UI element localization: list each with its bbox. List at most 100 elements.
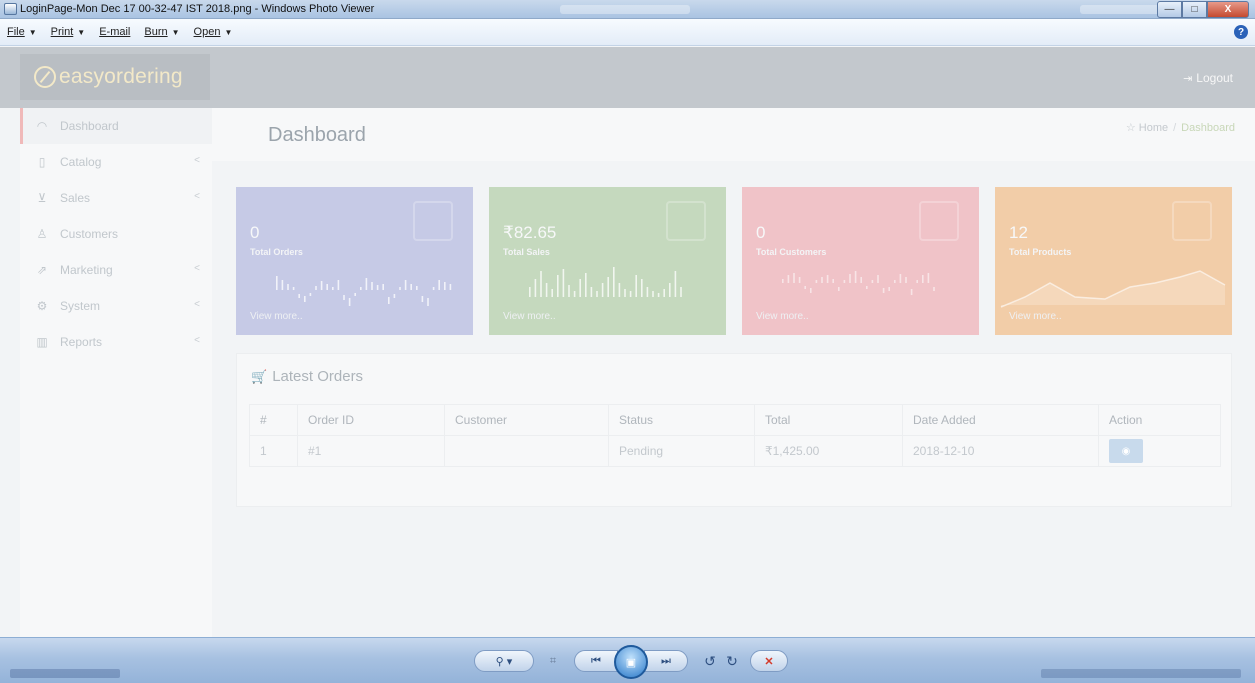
sparkline-bar xyxy=(337,280,340,290)
sparkline-bar xyxy=(573,291,576,297)
sparkline-bar xyxy=(927,273,930,283)
sparkline-bar xyxy=(657,293,660,297)
sparkline-bar xyxy=(568,285,570,297)
web-navbar: easyordering ⇥ Logout xyxy=(0,47,1255,108)
view-more-link[interactable]: View more.. xyxy=(250,311,303,322)
logout-link[interactable]: ⇥ Logout xyxy=(1183,71,1233,85)
sparkline-bar xyxy=(360,287,362,290)
sparkline-bar xyxy=(404,280,407,290)
next-button[interactable]: ⏭ xyxy=(644,650,688,672)
tile-total-customers[interactable]: 0 Total Customers View more.. xyxy=(742,187,979,335)
tile-total-orders[interactable]: 0 Total Orders View more.. xyxy=(236,187,473,335)
chevron-left-icon: < xyxy=(194,299,200,310)
sparkline-bar xyxy=(877,275,879,283)
sidebar-item-label: Dashboard xyxy=(60,119,119,133)
sparkline-bar xyxy=(635,275,637,297)
sparkline-bar xyxy=(910,289,913,295)
sparkline-bar xyxy=(388,297,390,304)
column-header: Action xyxy=(1098,404,1221,436)
close-button[interactable]: X xyxy=(1207,1,1249,18)
sparkline-bar xyxy=(826,275,829,283)
sidebar-item-customers[interactable]: ♙ Customers xyxy=(20,216,212,252)
sparkline-bar xyxy=(652,291,654,297)
sparkline-bar xyxy=(674,271,677,297)
sparkline-bar xyxy=(810,288,812,293)
chevron-left-icon: < xyxy=(194,335,200,346)
sparkline-bar xyxy=(680,287,682,297)
sparkline-bar xyxy=(607,277,609,297)
sparkline-bar xyxy=(551,289,553,297)
zoom-button[interactable]: ⚲ ▾ xyxy=(474,650,534,672)
sidebar-item-dashboard[interactable]: ◠ Dashboard xyxy=(20,108,212,144)
sparkline-bar xyxy=(933,287,935,291)
sparkline-bar xyxy=(871,280,874,283)
menu-print[interactable]: Print ▼ xyxy=(51,26,86,38)
menu-email[interactable]: E-mail xyxy=(99,26,130,38)
breadcrumb-current[interactable]: Dashboard xyxy=(1181,122,1235,134)
sparkline-bar xyxy=(438,280,440,290)
sparkline-bar xyxy=(590,287,593,297)
status-text-right xyxy=(1041,669,1241,678)
rotate-right-button[interactable]: ↻ xyxy=(722,650,742,672)
logo-text: easyordering xyxy=(59,65,183,88)
sparkline-bar xyxy=(421,296,424,302)
sparkline-bar xyxy=(276,276,278,290)
sidebar-item-catalog[interactable]: ▯ Catalog < xyxy=(20,144,212,180)
chevron-down-icon: ▼ xyxy=(171,28,180,37)
help-icon[interactable]: ? xyxy=(1234,25,1248,39)
window-title-bar: LoginPage-Mon Dec 17 00-32-47 IST 2018.p… xyxy=(0,0,1255,19)
maximize-button[interactable]: □ xyxy=(1182,1,1207,18)
sparkline-bar xyxy=(882,288,885,293)
menu-burn[interactable]: Burn ▼ xyxy=(144,26,179,38)
column-header: Status xyxy=(608,404,755,436)
breadcrumb-home[interactable]: Home xyxy=(1139,122,1168,134)
sidebar-item-label: Sales xyxy=(60,191,91,205)
sparkline-bar xyxy=(624,289,626,297)
sparkline-bar xyxy=(320,281,323,290)
minimize-button[interactable]: — xyxy=(1157,1,1182,18)
chevron-down-icon: ▼ xyxy=(224,28,233,37)
sparkline-bar xyxy=(601,283,604,297)
sparkline-bar xyxy=(838,287,840,291)
sidebar-item-reports[interactable]: ▥ Reports < xyxy=(20,324,212,360)
rotate-left-button[interactable]: ↺ xyxy=(700,650,720,672)
sparkline-bar xyxy=(562,269,565,297)
sparkline-bar xyxy=(787,275,790,283)
sparkline-bar xyxy=(557,275,559,297)
menu-open[interactable]: Open ▼ xyxy=(194,26,233,38)
delete-button[interactable]: ✕ xyxy=(750,650,788,672)
sidebar-item-system[interactable]: ⚙ System < xyxy=(20,288,212,324)
gear-icon: ⚙ xyxy=(36,299,48,313)
sparkline-bar xyxy=(309,293,312,296)
actual-size-button[interactable]: ⌗ xyxy=(540,650,566,672)
sparkline-bar xyxy=(849,274,851,283)
chevron-down-icon: ▼ xyxy=(77,28,86,37)
sparkline-bar xyxy=(315,286,317,290)
sparkline-bar xyxy=(646,287,649,297)
sparkline-bar xyxy=(585,273,587,297)
sidebar-item-sales[interactable]: ⊻ Sales < xyxy=(20,180,212,216)
sparkline-bar xyxy=(343,295,345,300)
sparkline-bar xyxy=(629,291,632,297)
photo-viewer-icon xyxy=(4,3,17,15)
sparkline-bar xyxy=(529,287,531,297)
menu-file[interactable]: File ▼ xyxy=(7,26,37,38)
chevron-left-icon: < xyxy=(194,155,200,166)
view-more-link[interactable]: View more.. xyxy=(1009,311,1062,322)
view-more-link[interactable]: View more.. xyxy=(756,311,809,322)
sparkline-bar xyxy=(798,277,801,283)
view-more-link[interactable]: View more.. xyxy=(503,311,556,322)
tile-total-sales[interactable]: ₹82.65 Total Sales View more.. xyxy=(489,187,726,335)
page-header: Dashboard ☆ Home / Dashboard xyxy=(212,108,1255,161)
previous-button[interactable]: ⏮ xyxy=(574,650,618,672)
slideshow-button[interactable]: ▣ xyxy=(614,645,648,679)
cart-icon: 🛒 xyxy=(251,369,268,384)
sidebar-item-marketing[interactable]: ⇗ Marketing < xyxy=(20,252,212,288)
latest-orders-panel: 🛒 Latest Orders # Order ID Customer Statu… xyxy=(236,353,1232,507)
sparkline-bar xyxy=(613,267,615,297)
sidebar-item-label: System xyxy=(60,299,101,313)
view-order-button[interactable]: ◉ xyxy=(1109,439,1143,463)
sidebar-item-label: Customers xyxy=(60,227,119,241)
tile-total-products[interactable]: 12 Total Products View more.. xyxy=(995,187,1232,335)
logo[interactable]: easyordering xyxy=(20,54,210,100)
